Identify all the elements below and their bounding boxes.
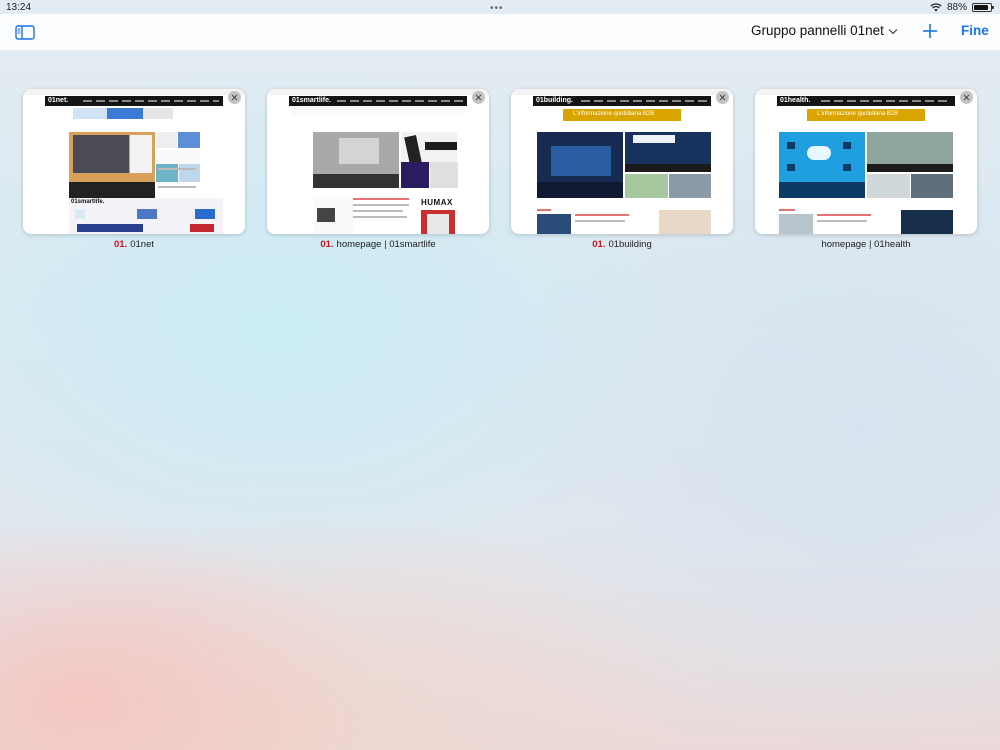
thumb-nav bbox=[337, 100, 463, 102]
thumb-nav bbox=[581, 100, 707, 102]
tab-card-01health[interactable]: 01health. L'informazione quotidiana B2B bbox=[755, 89, 977, 250]
tab-group-title: Gruppo pannelli 01net bbox=[751, 23, 884, 38]
thumb-banner-ad: L'informazione quotidiana B2B bbox=[563, 109, 681, 121]
thumb-site-header: 01smartlife. bbox=[289, 96, 467, 106]
thumb-browser-bar bbox=[755, 89, 977, 95]
sidebar-icon[interactable] bbox=[15, 25, 35, 40]
tab-title: 01. homepage | 01smartlife bbox=[257, 239, 499, 250]
tab-card-01net[interactable]: 01net. 01smartlife. 01. 01net bbox=[23, 89, 245, 250]
tab-title-text: homepage | 01smartlife bbox=[336, 239, 436, 250]
wifi-icon bbox=[930, 3, 942, 12]
tab-brand: 01. bbox=[320, 239, 334, 250]
thumb-nav bbox=[83, 100, 219, 102]
close-tab-button[interactable] bbox=[228, 91, 241, 104]
tab-thumbnail[interactable]: 01building. L'informazione quotidiana B2… bbox=[511, 89, 733, 234]
thumb-site-header: 01net. bbox=[45, 96, 223, 106]
thumb-nav bbox=[821, 100, 951, 102]
tab-thumbnail[interactable]: 01smartlife. HUMAX bbox=[267, 89, 489, 234]
thumb-browser-bar bbox=[511, 89, 733, 95]
tab-title: homepage | 01health bbox=[745, 239, 987, 250]
tab-title-text: 01building bbox=[608, 239, 652, 250]
tab-title: 01. 01building bbox=[501, 239, 743, 250]
close-icon bbox=[719, 94, 726, 101]
thumb-logo: 01net. bbox=[48, 97, 69, 104]
tab-card-01building[interactable]: 01building. L'informazione quotidiana B2… bbox=[511, 89, 733, 250]
close-tab-button[interactable] bbox=[716, 91, 729, 104]
battery-percent: 88% bbox=[946, 2, 967, 13]
thumb-banner-text: L'informazione quotidiana B2B bbox=[573, 111, 655, 117]
close-tab-button[interactable] bbox=[960, 91, 973, 104]
done-button[interactable]: Fine bbox=[961, 23, 989, 38]
thumb-banner-text: L'informazione quotidiana B2B bbox=[817, 111, 899, 117]
chevron-down-icon bbox=[888, 28, 898, 34]
close-icon bbox=[963, 94, 970, 101]
thumb-page-body: 01smartlife. bbox=[45, 106, 223, 234]
thumb-logo: 01building. bbox=[536, 97, 573, 104]
thumb-humax-logo: HUMAX bbox=[421, 198, 453, 207]
tab-brand: 01. bbox=[592, 239, 606, 250]
tab-title-text: homepage | 01health bbox=[821, 239, 911, 250]
plus-icon[interactable] bbox=[921, 22, 939, 40]
tab-title-text: 01net bbox=[130, 239, 154, 250]
thumb-browser-bar bbox=[23, 89, 245, 95]
thumb-page-body: L'informazione quotidiana B2B bbox=[777, 106, 955, 234]
tab-thumbnail[interactable]: 01net. 01smartlife. bbox=[23, 89, 245, 234]
thumb-sub-logo: 01smartlife. bbox=[71, 199, 105, 205]
tab-brand: 01. bbox=[114, 239, 128, 250]
tab-card-01smartlife[interactable]: 01smartlife. HUMAX 01. homepage | 01smar… bbox=[267, 89, 489, 250]
multitasking-dots[interactable]: ••• bbox=[490, 3, 504, 14]
tab-group-selector[interactable]: Gruppo pannelli 01net bbox=[751, 23, 898, 38]
tab-thumbnail[interactable]: 01health. L'informazione quotidiana B2B bbox=[755, 89, 977, 234]
tab-title: 01. 01net bbox=[13, 239, 255, 250]
status-right: 88% bbox=[930, 2, 994, 13]
status-time: 13:24 bbox=[6, 2, 32, 13]
thumb-page-body: L'informazione quotidiana B2B bbox=[533, 106, 711, 234]
thumb-logo: 01smartlife. bbox=[292, 97, 331, 104]
thumb-page-body: HUMAX bbox=[289, 106, 467, 234]
thumb-site-header: 01health. bbox=[777, 96, 955, 106]
thumb-browser-bar bbox=[267, 89, 489, 95]
thumb-banner-ad: L'informazione quotidiana B2B bbox=[807, 109, 925, 121]
close-tab-button[interactable] bbox=[472, 91, 485, 104]
close-icon bbox=[231, 94, 238, 101]
thumb-site-header: 01building. bbox=[533, 96, 711, 106]
tab-overview-toolbar: Gruppo pannelli 01net Fine bbox=[0, 14, 1000, 51]
close-icon bbox=[475, 94, 482, 101]
thumb-logo: 01health. bbox=[780, 97, 811, 104]
battery-icon bbox=[972, 3, 994, 12]
